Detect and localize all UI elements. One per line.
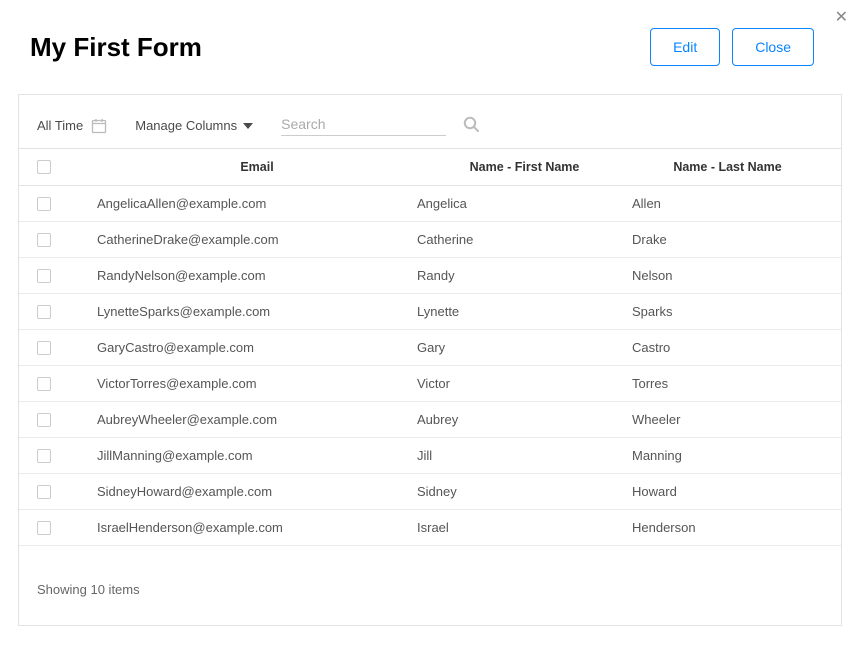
cell-first-name: Israel: [417, 520, 632, 535]
cell-last-name: Henderson: [632, 520, 823, 535]
table-row[interactable]: IsraelHenderson@example.comIsraelHenders…: [19, 510, 841, 546]
cell-email: JillManning@example.com: [97, 448, 417, 463]
table-row[interactable]: RandyNelson@example.comRandyNelson: [19, 258, 841, 294]
cell-first-name: Jill: [417, 448, 632, 463]
cell-first-name: Aubrey: [417, 412, 632, 427]
row-checkbox[interactable]: [37, 449, 51, 463]
cell-last-name: Nelson: [632, 268, 823, 283]
table-row[interactable]: VictorTorres@example.comVictorTorres: [19, 366, 841, 402]
toolbar: All Time Manage Columns: [19, 95, 841, 148]
cell-last-name: Manning: [632, 448, 823, 463]
cell-email: SidneyHoward@example.com: [97, 484, 417, 499]
caret-down-icon: [243, 123, 253, 129]
cell-last-name: Howard: [632, 484, 823, 499]
time-filter-label: All Time: [37, 118, 83, 133]
row-checkbox[interactable]: [37, 377, 51, 391]
column-header-email[interactable]: Email: [97, 160, 417, 174]
row-checkbox[interactable]: [37, 269, 51, 283]
submissions-panel: All Time Manage Columns: [18, 94, 842, 626]
cell-last-name: Castro: [632, 340, 823, 355]
cell-email: AubreyWheeler@example.com: [97, 412, 417, 427]
cell-first-name: Victor: [417, 376, 632, 391]
row-checkbox[interactable]: [37, 233, 51, 247]
showing-summary: Showing 10 items: [37, 582, 140, 597]
header: My First Form Edit Close: [0, 0, 860, 94]
header-actions: Edit Close: [650, 28, 814, 66]
cell-email: LynetteSparks@example.com: [97, 304, 417, 319]
cell-last-name: Wheeler: [632, 412, 823, 427]
cell-first-name: Gary: [417, 340, 632, 355]
table-row[interactable]: JillManning@example.comJillManning: [19, 438, 841, 474]
page-title: My First Form: [30, 32, 202, 63]
cell-email: AngelicaAllen@example.com: [97, 196, 417, 211]
search-icon[interactable]: [462, 115, 480, 133]
column-header-last-name[interactable]: Name - Last Name: [632, 160, 823, 174]
cell-last-name: Drake: [632, 232, 823, 247]
edit-button[interactable]: Edit: [650, 28, 720, 66]
cell-last-name: Allen: [632, 196, 823, 211]
search-input[interactable]: [281, 116, 462, 132]
cell-first-name: Lynette: [417, 304, 632, 319]
manage-columns-label: Manage Columns: [135, 118, 237, 133]
cell-email: GaryCastro@example.com: [97, 340, 417, 355]
cell-email: IsraelHenderson@example.com: [97, 520, 417, 535]
row-checkbox[interactable]: [37, 197, 51, 211]
search-wrap: [281, 115, 446, 136]
cell-first-name: Randy: [417, 268, 632, 283]
table-row[interactable]: GaryCastro@example.comGaryCastro: [19, 330, 841, 366]
cell-email: RandyNelson@example.com: [97, 268, 417, 283]
cell-first-name: Angelica: [417, 196, 632, 211]
table-row[interactable]: AubreyWheeler@example.comAubreyWheeler: [19, 402, 841, 438]
row-checkbox[interactable]: [37, 413, 51, 427]
row-checkbox[interactable]: [37, 305, 51, 319]
close-icon[interactable]: ✕: [835, 10, 848, 26]
cell-email: VictorTorres@example.com: [97, 376, 417, 391]
row-checkbox[interactable]: [37, 341, 51, 355]
table-body: AngelicaAllen@example.comAngelicaAllenCa…: [19, 186, 841, 546]
cell-last-name: Sparks: [632, 304, 823, 319]
table-footer: Showing 10 items: [19, 546, 841, 625]
cell-last-name: Torres: [632, 376, 823, 391]
calendar-icon: [91, 118, 107, 134]
cell-first-name: Catherine: [417, 232, 632, 247]
table-row[interactable]: LynetteSparks@example.comLynetteSparks: [19, 294, 841, 330]
table-row[interactable]: CatherineDrake@example.comCatherineDrake: [19, 222, 841, 258]
submissions-table: Email Name - First Name Name - Last Name…: [19, 148, 841, 546]
column-header-first-name[interactable]: Name - First Name: [417, 160, 632, 174]
cell-first-name: Sidney: [417, 484, 632, 499]
row-checkbox[interactable]: [37, 521, 51, 535]
row-checkbox[interactable]: [37, 485, 51, 499]
close-button[interactable]: Close: [732, 28, 814, 66]
cell-email: CatherineDrake@example.com: [97, 232, 417, 247]
table-row[interactable]: AngelicaAllen@example.comAngelicaAllen: [19, 186, 841, 222]
time-filter[interactable]: All Time: [37, 118, 107, 134]
table-header: Email Name - First Name Name - Last Name: [19, 148, 841, 186]
table-row[interactable]: SidneyHoward@example.comSidneyHoward: [19, 474, 841, 510]
manage-columns[interactable]: Manage Columns: [135, 118, 253, 133]
select-all-checkbox[interactable]: [37, 160, 51, 174]
